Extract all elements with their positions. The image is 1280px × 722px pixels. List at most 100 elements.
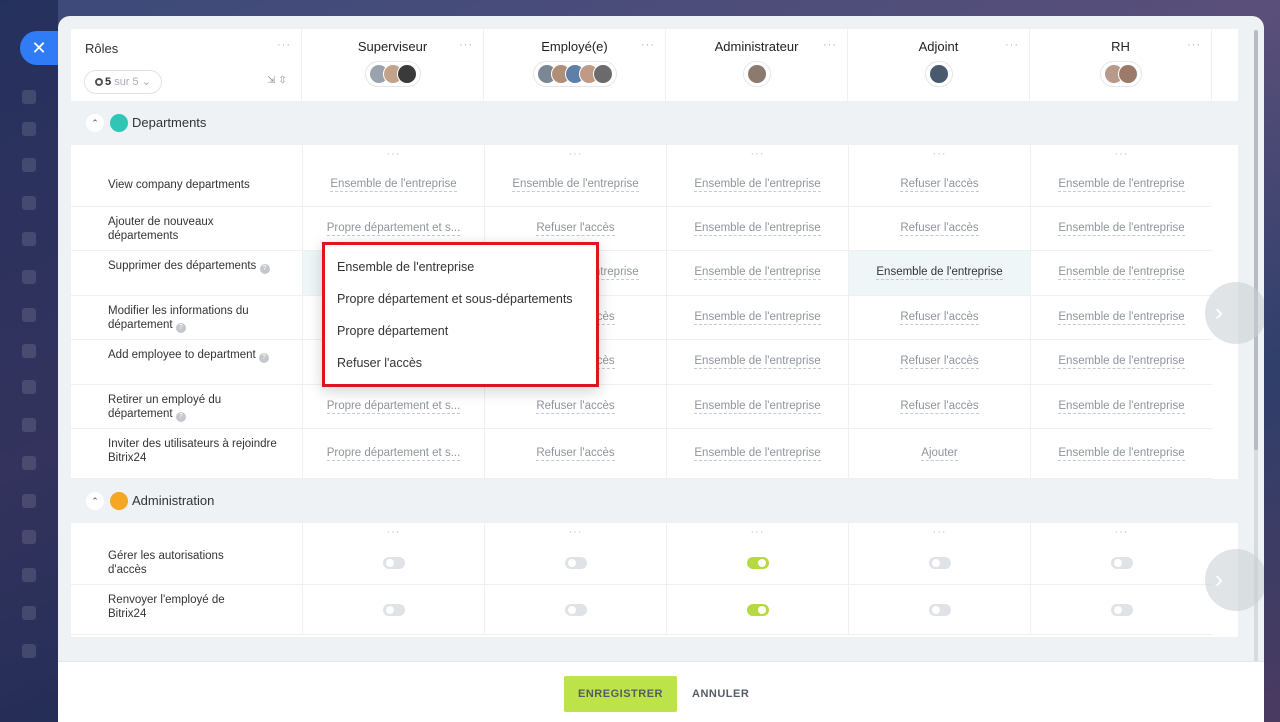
access-level-value[interactable]: Refuser l'accès bbox=[900, 311, 979, 325]
help-icon[interactable]: ? bbox=[175, 412, 186, 422]
permission-cell[interactable]: Ensemble de l'entreprise bbox=[1030, 340, 1212, 384]
permission-toggle[interactable] bbox=[1110, 556, 1133, 569]
role-avatars[interactable] bbox=[532, 61, 617, 87]
more-dots-icon[interactable]: ··· bbox=[933, 148, 947, 160]
permission-cell[interactable]: Refuser l'accès bbox=[848, 207, 1030, 250]
expand-collapse-icon[interactable]: ⇲⇳ bbox=[267, 75, 290, 86]
dropdown-option[interactable]: Ensemble de l'entreprise bbox=[325, 251, 596, 283]
more-dots-icon[interactable]: ··· bbox=[751, 526, 765, 538]
access-level-value[interactable]: Ensemble de l'entreprise bbox=[694, 266, 821, 280]
access-level-value[interactable]: Ensemble de l'entreprise bbox=[1058, 400, 1185, 414]
more-dots-icon[interactable]: ··· bbox=[459, 39, 473, 51]
help-icon[interactable]: ? bbox=[259, 264, 270, 274]
access-level-value[interactable]: Refuser l'accès bbox=[900, 400, 979, 414]
more-dots-icon[interactable]: ··· bbox=[751, 148, 765, 160]
scrollbar-thumb[interactable] bbox=[1254, 30, 1258, 450]
permission-toggle[interactable] bbox=[746, 603, 769, 616]
role-avatars[interactable] bbox=[742, 61, 771, 87]
permission-cell[interactable]: Ensemble de l'entreprise bbox=[484, 163, 666, 206]
permission-cell[interactable]: Ensemble de l'entreprise bbox=[666, 385, 848, 428]
permission-cell[interactable]: Ensemble de l'entreprise bbox=[1030, 429, 1212, 478]
more-dots-icon[interactable]: ··· bbox=[1115, 148, 1129, 160]
permission-cell[interactable]: Ensemble de l'entreprise bbox=[848, 251, 1030, 295]
more-dots-icon[interactable]: ··· bbox=[569, 148, 583, 160]
dropdown-option[interactable]: Propre département bbox=[325, 315, 596, 347]
access-level-value[interactable]: Ensemble de l'entreprise bbox=[512, 178, 639, 192]
permission-cell[interactable]: Refuser l'accès bbox=[848, 385, 1030, 428]
access-level-value[interactable]: Refuser l'accès bbox=[536, 400, 615, 414]
more-dots-icon[interactable]: ··· bbox=[641, 39, 655, 51]
help-icon[interactable]: ? bbox=[175, 323, 186, 333]
access-level-value[interactable]: Ensemble de l'entreprise bbox=[330, 178, 457, 192]
access-level-value[interactable]: Ensemble de l'entreprise bbox=[694, 400, 821, 414]
access-level-value[interactable]: Ensemble de l'entreprise bbox=[694, 222, 821, 236]
access-level-value[interactable]: Ensemble de l'entreprise bbox=[694, 178, 821, 192]
cancel-button[interactable]: ANNULER bbox=[692, 676, 749, 712]
access-level-value[interactable]: Ensemble de l'entreprise bbox=[694, 311, 821, 325]
more-dots-icon[interactable]: ··· bbox=[1005, 39, 1019, 51]
access-level-value[interactable]: Propre département et s... bbox=[326, 447, 461, 461]
permission-cell[interactable]: Ensemble de l'entreprise bbox=[666, 296, 848, 339]
access-level-value[interactable]: Ensemble de l'entreprise bbox=[1058, 178, 1185, 192]
permission-cell[interactable]: Ensemble de l'entreprise bbox=[666, 207, 848, 250]
access-level-value[interactable]: Propre département et s... bbox=[326, 222, 461, 236]
permission-toggle[interactable] bbox=[928, 603, 951, 616]
access-level-value[interactable]: Ensemble de l'entreprise bbox=[694, 447, 821, 461]
access-level-value[interactable]: Ensemble de l'entreprise bbox=[1058, 266, 1185, 280]
access-level-value[interactable]: Ajouter bbox=[921, 447, 958, 461]
access-level-value[interactable]: Ensemble de l'entreprise bbox=[1058, 311, 1185, 325]
access-level-value[interactable]: Refuser l'accès bbox=[900, 355, 979, 369]
access-level-value[interactable]: Ensemble de l'entreprise bbox=[876, 266, 1003, 280]
more-dots-icon[interactable]: ··· bbox=[933, 526, 947, 538]
scroll-right-button[interactable]: › bbox=[1205, 549, 1264, 611]
permission-cell[interactable]: Ajouter bbox=[848, 429, 1030, 478]
permission-cell[interactable]: Refuser l'accès bbox=[848, 340, 1030, 384]
permission-cell[interactable]: Propre département et s... bbox=[302, 385, 484, 428]
more-dots-icon[interactable]: ··· bbox=[387, 526, 401, 538]
access-level-value[interactable]: Propre département et s... bbox=[326, 400, 461, 414]
help-icon[interactable]: ? bbox=[258, 353, 269, 363]
more-dots-icon[interactable]: ··· bbox=[1115, 526, 1129, 538]
access-level-value[interactable]: Refuser l'accès bbox=[536, 222, 615, 236]
access-level-value[interactable]: Ensemble de l'entreprise bbox=[1058, 222, 1185, 236]
permission-cell[interactable]: Ensemble de l'entreprise bbox=[1030, 163, 1212, 206]
permission-cell[interactable]: Ensemble de l'entreprise bbox=[1030, 296, 1212, 339]
permission-cell[interactable]: Ensemble de l'entreprise bbox=[1030, 207, 1212, 250]
access-level-value[interactable]: Refuser l'accès bbox=[900, 178, 979, 192]
role-avatars[interactable] bbox=[1099, 61, 1142, 87]
permission-cell[interactable]: Refuser l'accès bbox=[484, 385, 666, 428]
dropdown-option[interactable]: Refuser l'accès bbox=[325, 347, 596, 379]
permission-cell[interactable]: Ensemble de l'entreprise bbox=[1030, 385, 1212, 428]
permission-cell[interactable]: Ensemble de l'entreprise bbox=[666, 163, 848, 206]
more-dots-icon[interactable]: ··· bbox=[823, 39, 837, 51]
access-level-value[interactable]: Refuser l'accès bbox=[900, 222, 979, 236]
permission-toggle[interactable] bbox=[382, 556, 405, 569]
permission-cell[interactable]: Ensemble de l'entreprise bbox=[666, 429, 848, 478]
more-dots-icon[interactable]: ··· bbox=[1187, 39, 1201, 51]
access-level-value[interactable]: Ensemble de l'entreprise bbox=[694, 355, 821, 369]
permission-cell[interactable]: Ensemble de l'entreprise bbox=[666, 340, 848, 384]
access-level-value[interactable]: Ensemble de l'entreprise bbox=[1058, 447, 1185, 461]
more-dots-icon[interactable]: ··· bbox=[569, 526, 583, 538]
access-level-value[interactable]: Refuser l'accès bbox=[536, 447, 615, 461]
role-avatars[interactable] bbox=[364, 61, 421, 87]
permission-toggle[interactable] bbox=[1110, 603, 1133, 616]
permission-cell[interactable]: Propre département et s... bbox=[302, 429, 484, 478]
section-collapse-toggle[interactable]: ⌃ bbox=[86, 114, 104, 132]
role-avatars[interactable] bbox=[924, 61, 953, 87]
permission-toggle[interactable] bbox=[382, 603, 405, 616]
permission-toggle[interactable] bbox=[564, 603, 587, 616]
dropdown-option[interactable]: Propre département et sous-départements bbox=[325, 283, 596, 315]
more-dots-icon[interactable]: ··· bbox=[387, 148, 401, 160]
permission-toggle[interactable] bbox=[928, 556, 951, 569]
save-button[interactable]: ENREGISTRER bbox=[564, 676, 677, 712]
permission-cell[interactable]: Refuser l'accès bbox=[484, 429, 666, 478]
close-slider-button[interactable]: ✕ bbox=[20, 31, 58, 65]
access-level-value[interactable]: Ensemble de l'entreprise bbox=[1058, 355, 1185, 369]
more-dots-icon[interactable]: ··· bbox=[277, 39, 291, 51]
section-collapse-toggle[interactable]: ⌃ bbox=[86, 492, 104, 510]
permission-toggle[interactable] bbox=[746, 556, 769, 569]
permission-toggle[interactable] bbox=[564, 556, 587, 569]
roles-filter-button[interactable]: 5 sur 5 ⌄ bbox=[84, 70, 162, 94]
permission-cell[interactable]: Refuser l'accès bbox=[848, 163, 1030, 206]
